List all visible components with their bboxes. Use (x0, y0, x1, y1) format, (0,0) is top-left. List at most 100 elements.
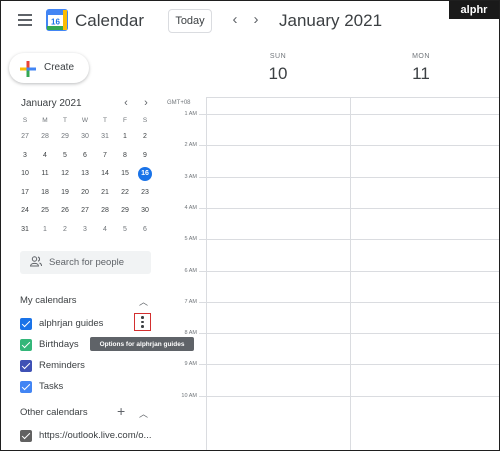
mini-calendar-day[interactable]: 5 (55, 147, 75, 166)
mini-calendar-day[interactable]: 25 (35, 202, 55, 221)
weekday-label: T (103, 117, 107, 124)
mini-calendar-next-icon[interactable]: › (141, 97, 151, 109)
mini-calendar-day[interactable]: 6 (135, 221, 155, 240)
day-of-week: SUN (269, 53, 287, 60)
mini-calendar-today[interactable]: 16 (135, 165, 155, 184)
mini-calendar-month: January 2021 (21, 98, 82, 109)
add-calendar-icon[interactable]: + (117, 404, 125, 418)
mini-calendar-day[interactable]: 2 (135, 128, 155, 147)
previous-week-icon[interactable]: ‹ (228, 12, 242, 28)
weekday-label: W (81, 117, 89, 124)
chevron-up-icon[interactable]: ︿ (139, 295, 148, 308)
search-people-placeholder: Search for people (49, 257, 124, 268)
mini-calendar-grid: S M T W T F S 27 28 29 30 31 1 2 3 4 5 6 7 8 9 10 11 12 13 14 15 16… (15, 114, 155, 239)
checkbox-tasks[interactable] (20, 381, 32, 393)
mini-calendar-day[interactable]: 26 (55, 202, 75, 221)
hour-label: 9 AM (184, 361, 197, 368)
hour-label: 3 AM (184, 173, 197, 180)
more-vert-icon (141, 316, 144, 319)
mini-calendar-day[interactable]: 1 (115, 128, 135, 147)
mini-calendar-week: 24 25 26 27 28 29 30 (15, 202, 155, 221)
today-button[interactable]: Today (168, 9, 212, 33)
people-icon (30, 256, 42, 267)
create-label: Create (44, 62, 75, 73)
mini-calendar-day[interactable]: 30 (75, 128, 95, 147)
calendar-options-button[interactable] (134, 313, 151, 331)
mini-calendar-weekdays: SMTWTFS (15, 114, 155, 128)
mini-calendar-day[interactable]: 29 (115, 202, 135, 221)
mini-calendar-day[interactable]: 3 (15, 147, 35, 166)
mini-calendar-day[interactable]: 11 (35, 165, 55, 184)
hour-label: 8 AM (184, 330, 197, 337)
weekday-label: S (142, 117, 148, 124)
app-window: 16 Calendar Today ‹ › January 2021 alphr… (0, 0, 500, 451)
mini-calendar-day[interactable]: 6 (75, 147, 95, 166)
day-number[interactable]: 11 (392, 64, 450, 84)
mini-calendar-day[interactable]: 17 (15, 184, 35, 203)
top-bar: 16 Calendar Today ‹ › January 2021 alphr (1, 1, 499, 45)
mini-calendar-day[interactable]: 3 (75, 221, 95, 240)
more-vert-icon-dot (141, 325, 144, 328)
mini-calendar-week: 17 18 19 20 21 22 23 (15, 184, 155, 203)
other-calendars-heading[interactable]: Other calendars (20, 407, 88, 418)
mini-calendar-day[interactable]: 13 (75, 165, 95, 184)
hour-label: 5 AM (184, 236, 197, 243)
mini-calendar-day[interactable]: 24 (15, 202, 35, 221)
mini-calendar-day[interactable]: 20 (75, 184, 95, 203)
my-calendars-heading[interactable]: My calendars (20, 295, 77, 306)
menu-icon[interactable] (18, 14, 32, 26)
mini-calendar-day[interactable]: 18 (35, 184, 55, 203)
next-week-icon[interactable]: › (249, 12, 263, 28)
mini-calendar-week: 3456789 (15, 147, 155, 166)
search-people-input[interactable]: Search for people (20, 251, 151, 274)
hour-gridline (199, 114, 499, 115)
mini-calendar-day[interactable]: 30 (135, 202, 155, 221)
hour-gridline (199, 145, 499, 147)
chevron-up-icon[interactable]: ︿ (139, 407, 148, 420)
mini-calendar-day[interactable]: 4 (35, 147, 55, 166)
mini-calendar-prev-icon[interactable]: ‹ (121, 97, 131, 109)
mini-calendar-day[interactable]: 22 (115, 184, 135, 203)
mini-calendar-day[interactable]: 12 (55, 165, 75, 184)
checkbox-reminders[interactable] (20, 360, 32, 372)
week-grid[interactable] (199, 97, 499, 450)
mini-calendar-day[interactable]: 28 (35, 128, 55, 147)
mini-calendar-week: 27 28 29 30 31 1 2 (15, 128, 155, 147)
checkbox-outlook[interactable] (20, 430, 32, 442)
mini-calendar-day[interactable]: 7 (95, 147, 115, 166)
timezone-label: GMT+08 (167, 100, 191, 106)
plus-icon (20, 61, 36, 77)
checkbox-birthdays[interactable] (20, 339, 32, 351)
mini-calendar-day[interactable]: 1 (35, 221, 55, 240)
mini-calendar-day[interactable]: 10 (15, 165, 35, 184)
mini-calendar-day[interactable]: 15 (115, 165, 135, 184)
hour-gridline (199, 301, 499, 303)
weekday-label: F (123, 117, 127, 124)
mini-calendar-day[interactable]: 4 (95, 221, 115, 240)
mini-calendar-day[interactable]: 21 (95, 184, 115, 203)
mini-calendar-day[interactable]: 9 (135, 147, 155, 166)
mini-calendar-day[interactable]: 27 (75, 202, 95, 221)
day-number[interactable]: 10 (249, 64, 307, 84)
mini-calendar-day[interactable]: 8 (115, 147, 135, 166)
hour-gridline (199, 364, 499, 366)
hour-label: 6 AM (184, 267, 197, 274)
mini-calendar-day[interactable]: 2 (55, 221, 75, 240)
mini-calendar-day[interactable]: 31 (95, 128, 115, 147)
calendar-item-label: alphrjan guides (39, 318, 104, 329)
hour-gridline (199, 207, 499, 209)
mini-calendar-day[interactable]: 29 (55, 128, 75, 147)
create-button[interactable]: Create (9, 53, 89, 83)
mini-calendar-day[interactable]: 14 (95, 165, 115, 184)
day-header-monday[interactable]: MON 11 (392, 53, 450, 84)
hour-label: 7 AM (184, 298, 197, 305)
mini-calendar-day[interactable]: 5 (115, 221, 135, 240)
hour-gridline (199, 270, 499, 272)
checkbox-alphrjan-guides[interactable] (20, 318, 32, 330)
mini-calendar-day[interactable]: 28 (95, 202, 115, 221)
mini-calendar-day[interactable]: 31 (15, 221, 35, 240)
mini-calendar-day[interactable]: 19 (55, 184, 75, 203)
day-header-sunday[interactable]: SUN 10 (249, 53, 307, 84)
mini-calendar-day[interactable]: 23 (135, 184, 155, 203)
mini-calendar-day[interactable]: 27 (15, 128, 35, 147)
